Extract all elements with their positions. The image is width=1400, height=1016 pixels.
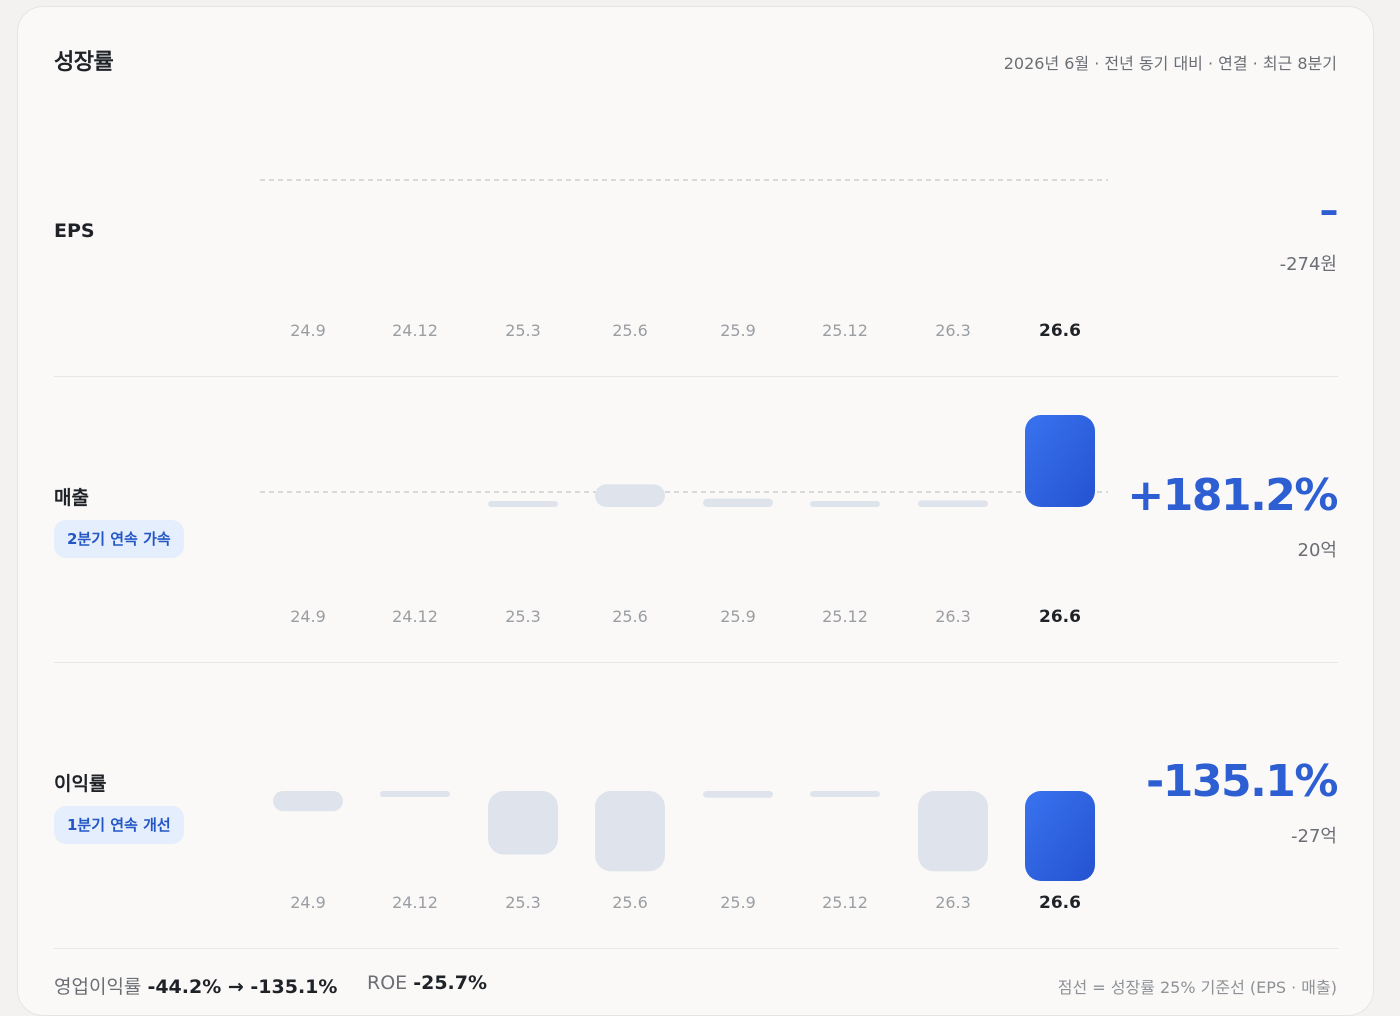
- eps-latest-value: -274원: [1279, 254, 1337, 275]
- margin-chart: 24.9 24.12 25.3 25.6 25.9 25.12 26.3 26.6: [273, 791, 1095, 913]
- x-tick-label: 24.9: [290, 893, 326, 912]
- bar-25.9: [703, 791, 773, 798]
- op-margin-label: 영업이익률: [54, 976, 142, 998]
- roe-label: ROE: [367, 972, 408, 994]
- bar-25.3: [488, 791, 558, 855]
- x-tick-label: 24.12: [392, 893, 438, 912]
- revenue-growth-value: +181.2%: [1127, 470, 1338, 521]
- x-tick-label: 26.3: [935, 893, 971, 912]
- op-margin-value: -44.2% → -135.1%: [147, 976, 338, 998]
- bar-25.6: [595, 791, 665, 872]
- bar-24.12: [380, 791, 450, 797]
- bar-24.9: [273, 791, 343, 812]
- x-tick-label: 26.6: [1039, 893, 1081, 913]
- footer-roe: ROE -25.7%: [367, 972, 487, 994]
- roe-value: -25.7%: [413, 972, 488, 994]
- x-tick-label: 25.6: [612, 893, 648, 912]
- x-tick-label: 25.3: [505, 893, 541, 912]
- bar-26.3: [918, 791, 988, 872]
- footer-op-margin: 영업이익률 -44.2% → -135.1%: [54, 972, 337, 999]
- x-tick-label: 25.12: [822, 893, 868, 912]
- section-divider: [54, 948, 1338, 949]
- bar-25.12: [810, 791, 880, 797]
- x-tick-label: 25.9: [720, 893, 756, 912]
- footer-note: 점선 = 성장률 25% 기준선 (EPS · 매출): [1057, 978, 1337, 997]
- bar-26.6: [1025, 791, 1095, 881]
- eps-growth-value: –: [1319, 188, 1339, 232]
- margin-latest-value: -27억: [1291, 826, 1337, 847]
- revenue-latest-value: 20억: [1297, 540, 1337, 561]
- margin-growth-value: -135.1%: [1145, 756, 1339, 807]
